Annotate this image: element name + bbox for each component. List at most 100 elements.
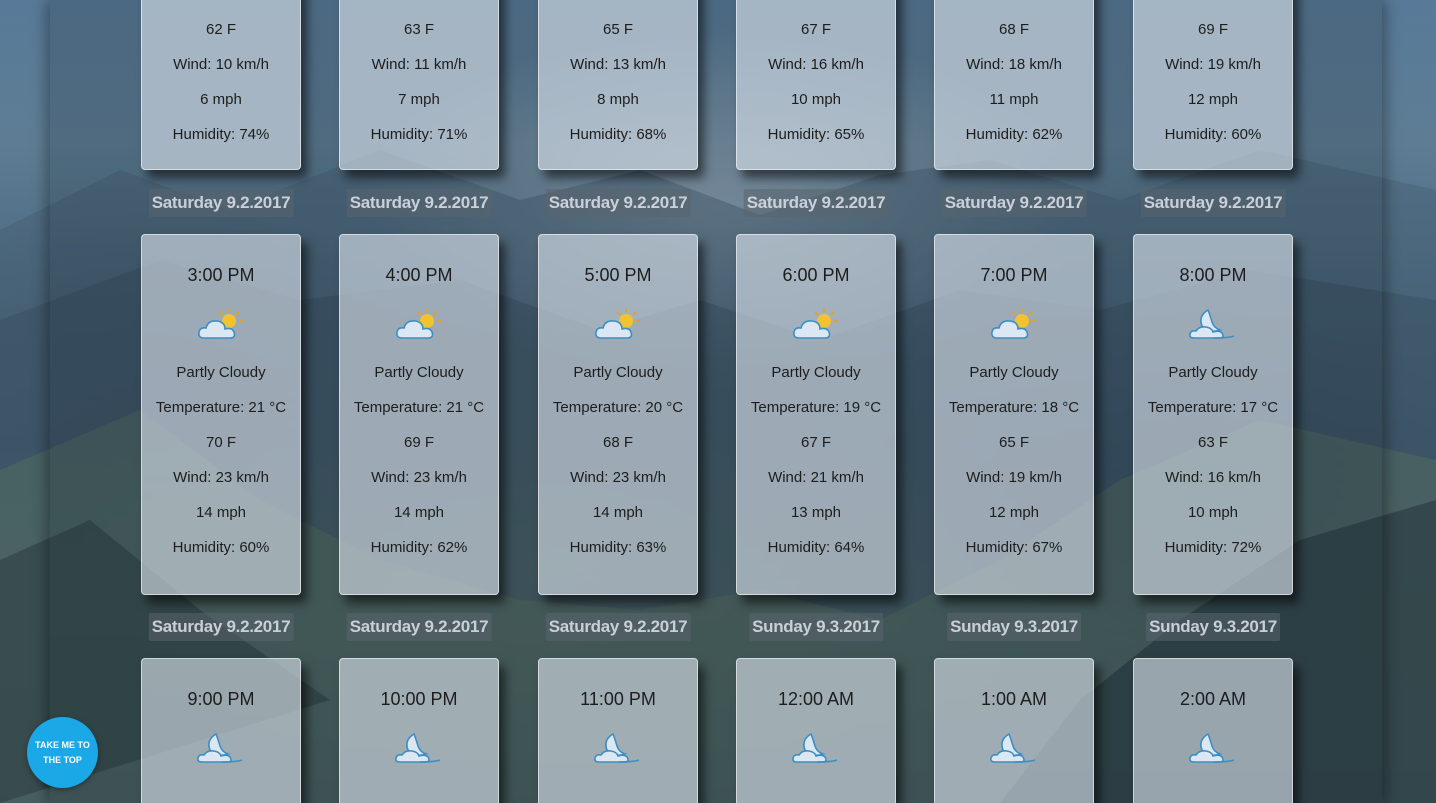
wind-kmh: Wind: 16 km/h bbox=[768, 56, 864, 73]
humidity: Humidity: 68% bbox=[569, 126, 667, 143]
temp-fahrenheit: 68 F bbox=[998, 21, 1029, 38]
humidity: Humidity: 63% bbox=[569, 539, 667, 556]
forecast-time: 2:00 AM bbox=[1179, 689, 1247, 709]
partly-cloudy-night-icon bbox=[340, 719, 498, 775]
wind-mph: 10 mph bbox=[790, 91, 842, 108]
temp-fahrenheit: 65 F bbox=[998, 434, 1029, 451]
partly-cloudy-day-icon bbox=[142, 295, 300, 351]
partly-cloudy-day-icon bbox=[737, 295, 895, 351]
forecast-time: 1:00 AM bbox=[980, 689, 1048, 709]
forecast-time: 4:00 PM bbox=[385, 265, 453, 285]
wind-kmh: Wind: 23 km/h bbox=[371, 469, 467, 486]
wind-kmh: Wind: 10 km/h bbox=[173, 56, 269, 73]
temp-celsius: Temperature: 20 °C bbox=[552, 399, 684, 416]
partly-cloudy-night-icon bbox=[1134, 295, 1292, 351]
humidity: Humidity: 65% bbox=[767, 126, 865, 143]
humidity: Humidity: 60% bbox=[1164, 126, 1262, 143]
forecast-card: 69 F Wind: 19 km/h 12 mph Humidity: 60% bbox=[1133, 0, 1293, 170]
forecast-card: 62 F Wind: 10 km/h 6 mph Humidity: 74% bbox=[141, 0, 301, 170]
forecast-time: 12:00 AM bbox=[777, 689, 855, 709]
wind-mph: 13 mph bbox=[790, 504, 842, 521]
temp-fahrenheit: 70 F bbox=[205, 434, 236, 451]
humidity: Humidity: 62% bbox=[370, 539, 468, 556]
date-label: Saturday 9.2.2017 bbox=[941, 189, 1087, 217]
wind-kmh: Wind: 21 km/h bbox=[768, 469, 864, 486]
temp-fahrenheit: 63 F bbox=[1197, 434, 1228, 451]
humidity: Humidity: 64% bbox=[767, 539, 865, 556]
date-label: Saturday 9.2.2017 bbox=[545, 613, 691, 641]
partly-cloudy-night-icon bbox=[935, 719, 1093, 775]
partly-cloudy-day-icon bbox=[935, 295, 1093, 351]
forecast-card: 67 F Wind: 16 km/h 10 mph Humidity: 65% bbox=[736, 0, 896, 170]
forecast-time: 3:00 PM bbox=[187, 265, 255, 285]
date-label: Saturday 9.2.2017 bbox=[148, 613, 294, 641]
forecast-card: 1:00 AM bbox=[934, 658, 1094, 803]
back-to-top-button[interactable]: TAKE ME TO THE TOP bbox=[27, 717, 98, 788]
humidity: Humidity: 60% bbox=[172, 539, 270, 556]
forecast-time: 11:00 PM bbox=[580, 689, 656, 709]
temp-celsius: Temperature: 18 °C bbox=[948, 399, 1080, 416]
date-label: Saturday 9.2.2017 bbox=[1140, 189, 1286, 217]
forecast-card: 10:00 PM bbox=[339, 658, 499, 803]
temp-celsius: Temperature: 21 °C bbox=[353, 399, 485, 416]
temp-fahrenheit: 62 F bbox=[205, 21, 236, 38]
temp-fahrenheit: 65 F bbox=[602, 21, 633, 38]
date-label: Sunday 9.3.2017 bbox=[1146, 613, 1280, 641]
back-to-top-label: TAKE ME TO THE TOP bbox=[35, 739, 90, 765]
forecast-card: 3:00 PM Partly Cloudy Temperature: 21 °C… bbox=[141, 234, 301, 595]
wind-mph: 6 mph bbox=[200, 91, 242, 108]
date-label: Sunday 9.3.2017 bbox=[749, 613, 883, 641]
wind-kmh: Wind: 13 km/h bbox=[570, 56, 666, 73]
forecast-card: 8:00 PM Partly Cloudy Temperature: 17 °C… bbox=[1133, 234, 1293, 595]
humidity: Humidity: 67% bbox=[965, 539, 1063, 556]
forecast-row-1: 62 F Wind: 10 km/h 6 mph Humidity: 74% 6… bbox=[0, 0, 1436, 180]
wind-kmh: Wind: 23 km/h bbox=[173, 469, 269, 486]
humidity: Humidity: 72% bbox=[1164, 539, 1262, 556]
wind-kmh: Wind: 19 km/h bbox=[966, 469, 1062, 486]
forecast-time: 7:00 PM bbox=[980, 265, 1048, 285]
partly-cloudy-night-icon bbox=[1134, 719, 1292, 775]
condition: Partly Cloudy bbox=[969, 364, 1059, 381]
condition: Partly Cloudy bbox=[771, 364, 861, 381]
forecast-card: 2:00 AM bbox=[1133, 658, 1293, 803]
date-label: Sunday 9.3.2017 bbox=[947, 613, 1081, 641]
condition: Partly Cloudy bbox=[573, 364, 663, 381]
date-label: Saturday 9.2.2017 bbox=[545, 189, 691, 217]
temp-celsius: Temperature: 19 °C bbox=[750, 399, 882, 416]
humidity: Humidity: 74% bbox=[172, 126, 270, 143]
wind-mph: 12 mph bbox=[988, 504, 1040, 521]
wind-kmh: Wind: 19 km/h bbox=[1165, 56, 1261, 73]
temp-fahrenheit: 63 F bbox=[403, 21, 434, 38]
condition: Partly Cloudy bbox=[176, 364, 266, 381]
temp-fahrenheit: 67 F bbox=[800, 434, 831, 451]
wind-kmh: Wind: 23 km/h bbox=[570, 469, 666, 486]
humidity: Humidity: 62% bbox=[965, 126, 1063, 143]
forecast-time: 6:00 PM bbox=[782, 265, 850, 285]
condition: Partly Cloudy bbox=[1168, 364, 1258, 381]
wind-mph: 7 mph bbox=[398, 91, 440, 108]
forecast-card: 9:00 PM bbox=[141, 658, 301, 803]
humidity: Humidity: 71% bbox=[370, 126, 468, 143]
condition: Partly Cloudy bbox=[374, 364, 464, 381]
partly-cloudy-night-icon bbox=[737, 719, 895, 775]
wind-mph: 12 mph bbox=[1187, 91, 1239, 108]
date-label: Saturday 9.2.2017 bbox=[346, 189, 492, 217]
forecast-card: 7:00 PM Partly Cloudy Temperature: 18 °C… bbox=[934, 234, 1094, 595]
temp-fahrenheit: 69 F bbox=[403, 434, 434, 451]
partly-cloudy-night-icon bbox=[142, 719, 300, 775]
forecast-card: 65 F Wind: 13 km/h 8 mph Humidity: 68% bbox=[538, 0, 698, 170]
forecast-time: 10:00 PM bbox=[380, 689, 458, 709]
forecast-time: 9:00 PM bbox=[187, 689, 255, 709]
forecast-card: 4:00 PM Partly Cloudy Temperature: 21 °C… bbox=[339, 234, 499, 595]
wind-mph: 14 mph bbox=[393, 504, 445, 521]
temp-fahrenheit: 69 F bbox=[1197, 21, 1228, 38]
temp-celsius: Temperature: 17 °C bbox=[1147, 399, 1279, 416]
forecast-card: 6:00 PM Partly Cloudy Temperature: 19 °C… bbox=[736, 234, 896, 595]
date-label: Saturday 9.2.2017 bbox=[346, 613, 492, 641]
date-label: Saturday 9.2.2017 bbox=[743, 189, 889, 217]
temp-celsius: Temperature: 21 °C bbox=[155, 399, 287, 416]
wind-mph: 10 mph bbox=[1187, 504, 1239, 521]
wind-kmh: Wind: 16 km/h bbox=[1165, 469, 1261, 486]
wind-kmh: Wind: 11 km/h bbox=[371, 56, 467, 73]
temp-fahrenheit: 68 F bbox=[602, 434, 633, 451]
